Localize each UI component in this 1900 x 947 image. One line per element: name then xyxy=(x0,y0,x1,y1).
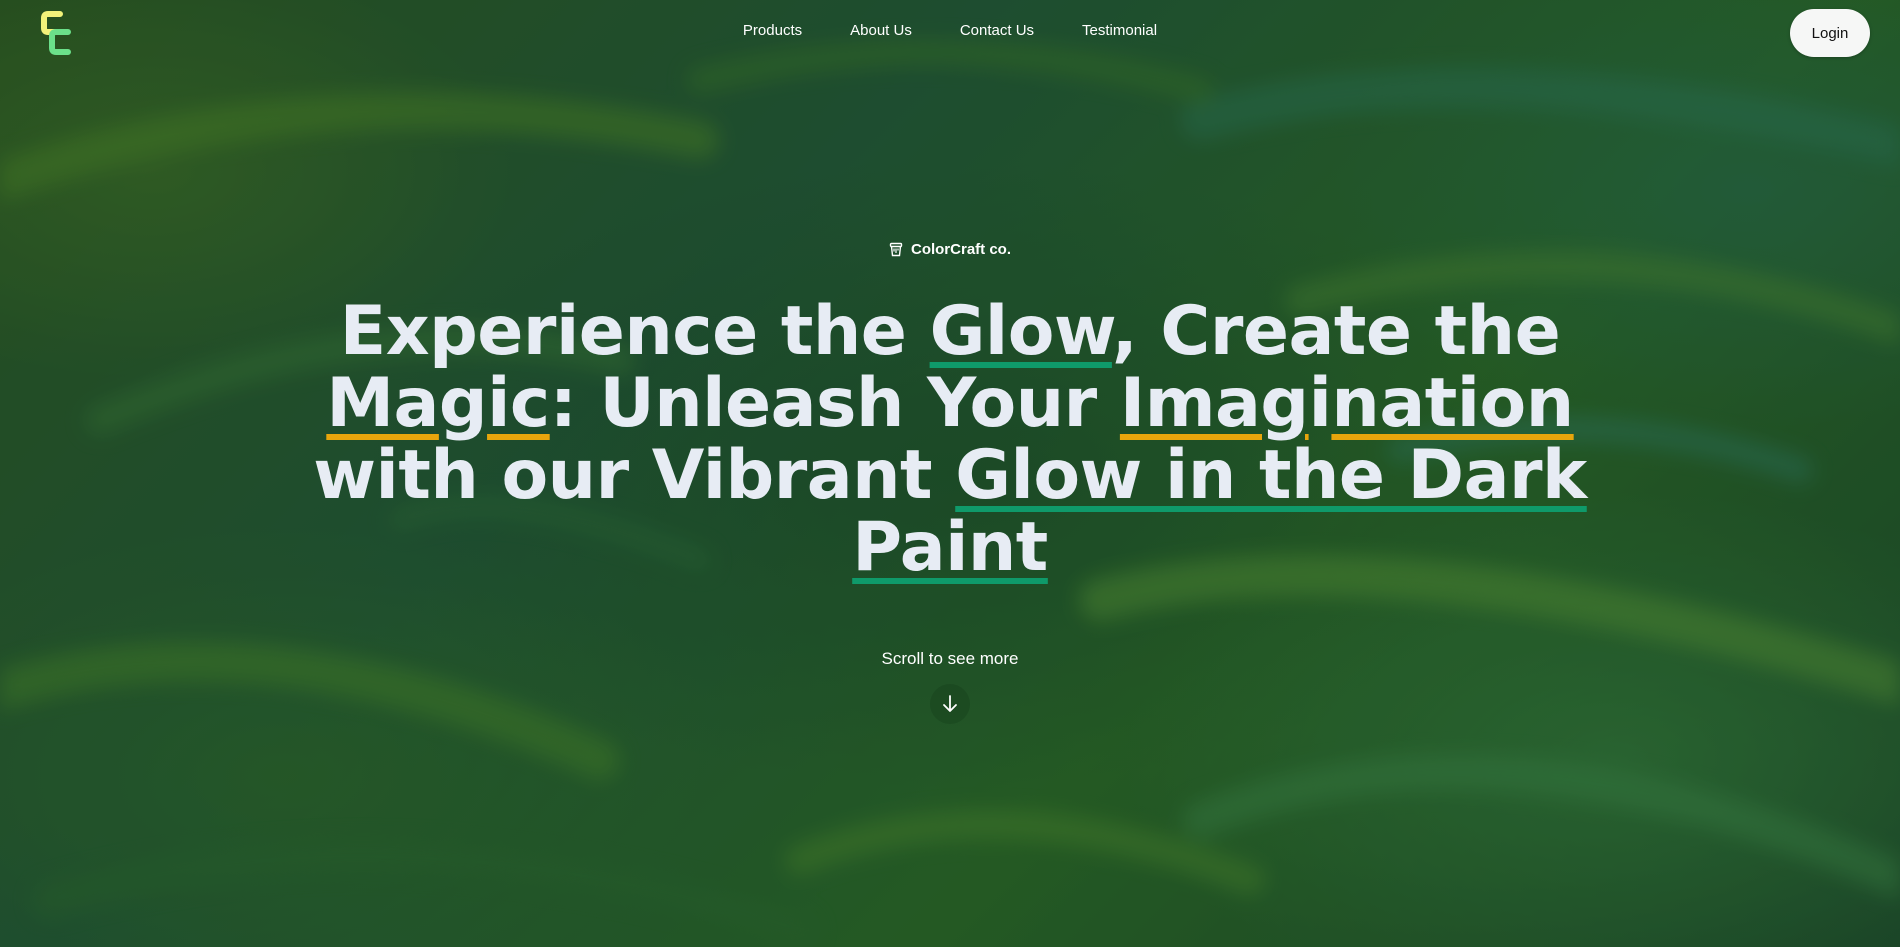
nav-links: Products About Us Contact Us Testimonial xyxy=(0,22,1900,39)
headline-highlight-magic: ic xyxy=(487,364,550,443)
paint-bucket-icon xyxy=(889,242,903,257)
arrow-down-icon xyxy=(943,695,957,712)
headline-highlight-glow-paint: Glow in the Dark Paint xyxy=(852,436,1587,587)
headline-highlight-imagination: Imag xyxy=(1119,364,1309,443)
headline-text: i xyxy=(1308,364,1332,443)
headline-text: with our Vibrant xyxy=(313,436,956,515)
headline-text: g xyxy=(438,364,488,443)
brand-name: ColorCraft co. xyxy=(910,241,1011,258)
nav-link-testimonial[interactable]: Testimonial xyxy=(1082,22,1157,39)
hero-section: Products About Us Contact Us Testimonial… xyxy=(0,0,1900,947)
brand-tag: ColorCraft co. xyxy=(0,241,1900,258)
headline-text: : Unleash Your xyxy=(549,364,1120,443)
login-button[interactable]: Login xyxy=(1790,9,1870,57)
headline-text: Experience the xyxy=(339,292,930,371)
headline-text: , Create the xyxy=(1111,292,1561,371)
hero-headline: Experience the Glow, Create the Magic: U… xyxy=(300,296,1600,584)
headline-highlight-magic: Ma xyxy=(326,364,439,443)
top-navbar: Products About Us Contact Us Testimonial… xyxy=(0,0,1900,66)
scroll-down-button[interactable] xyxy=(930,684,970,724)
nav-link-about-us[interactable]: About Us xyxy=(850,22,912,39)
nav-link-products[interactable]: Products xyxy=(743,22,802,39)
nav-link-contact-us[interactable]: Contact Us xyxy=(960,22,1034,39)
headline-highlight-imagination: nation xyxy=(1331,364,1574,443)
scroll-hint-text: Scroll to see more xyxy=(881,649,1019,668)
headline-highlight-glow: Glow xyxy=(929,292,1113,371)
